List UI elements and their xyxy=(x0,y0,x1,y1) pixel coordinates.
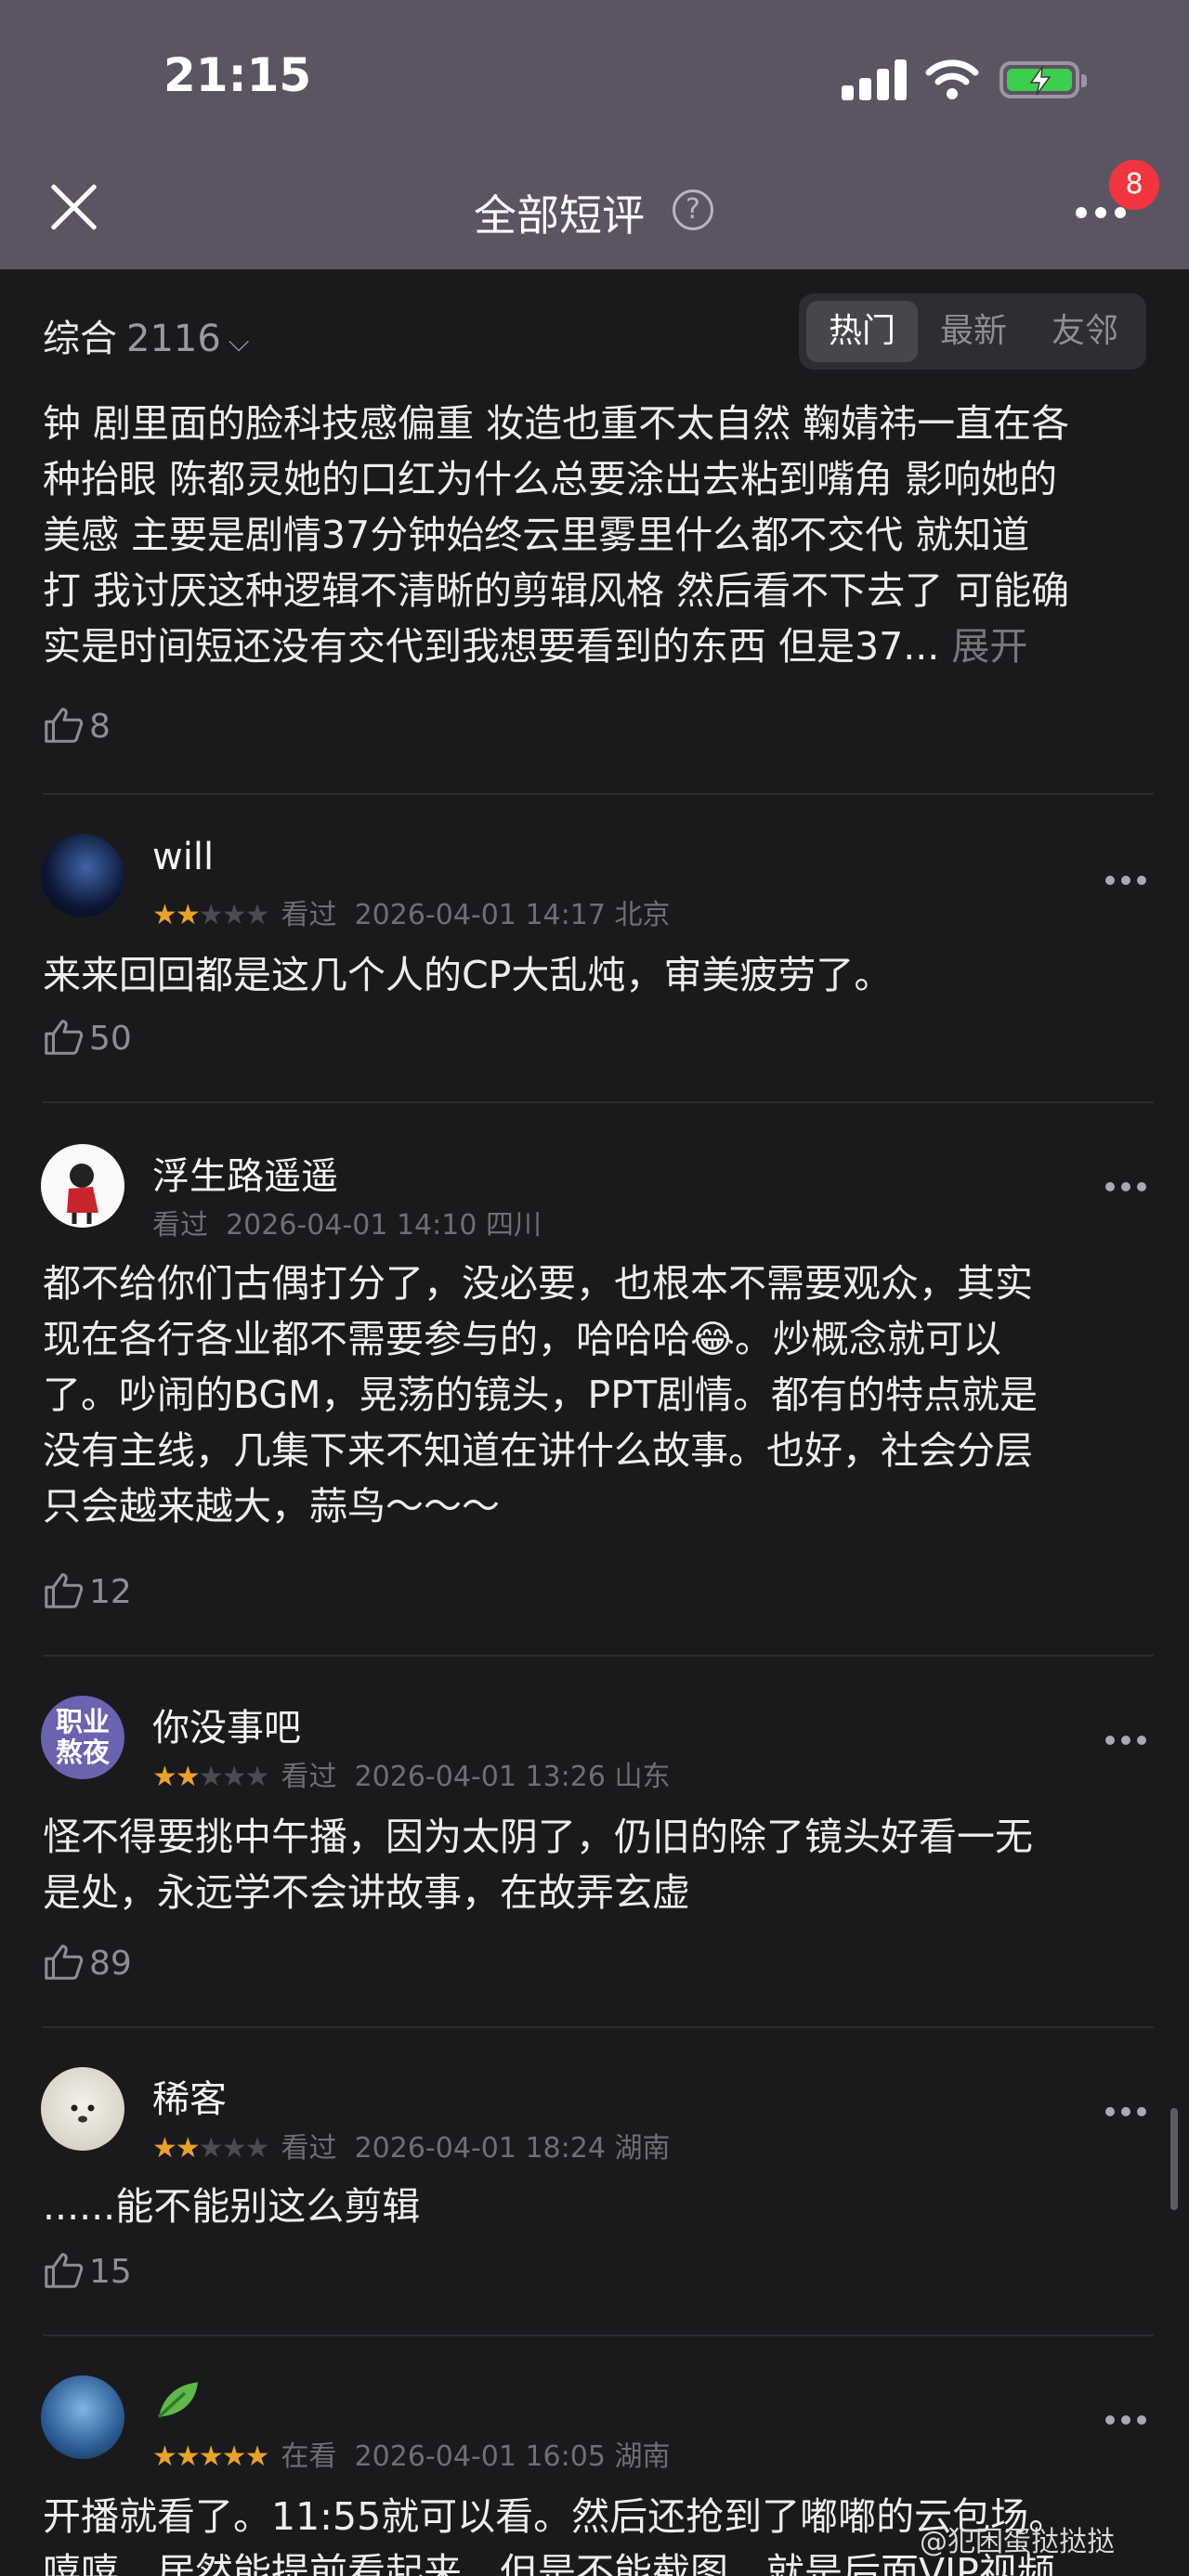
more-options-icon[interactable] xyxy=(1105,1731,1161,1745)
thumbs-up-icon xyxy=(45,1020,84,1055)
like-button[interactable]: 89 xyxy=(43,1941,132,1984)
rating-stars: ★★★★★ xyxy=(152,2132,269,2165)
avatar[interactable] xyxy=(41,2067,124,2151)
leaf-icon[interactable] xyxy=(152,2374,204,2435)
notification-badge: 8 xyxy=(1109,160,1159,210)
like-count: 12 xyxy=(89,1573,132,1611)
username[interactable]: 稀客 xyxy=(152,2069,227,2123)
like-count: 50 xyxy=(89,1020,132,1058)
divider xyxy=(43,2026,1154,2028)
chevron-down-icon: ⌵ xyxy=(228,326,250,358)
sort-label: 综合 xyxy=(43,318,117,360)
watermark: @犯困蛋挞挞挞 xyxy=(920,2526,1115,2558)
username[interactable]: 浮生路遥遥 xyxy=(152,1146,338,1200)
like-button[interactable]: 50 xyxy=(43,1016,132,1059)
rating-stars: ★★★★★ xyxy=(152,2440,269,2473)
close-icon[interactable] xyxy=(48,182,98,232)
review-meta: ★★★★★ 看过 2026-04-01 18:24 湖南 xyxy=(152,2132,671,2165)
tab-friends[interactable]: 友邻 xyxy=(1029,301,1141,362)
divider xyxy=(43,2335,1154,2336)
like-count: 15 xyxy=(89,2253,132,2291)
thumbs-up-icon xyxy=(45,1573,84,1608)
review-meta: ★★★★★ 在看 2026-04-01 16:05 湖南 xyxy=(152,2440,671,2473)
sort-dropdown[interactable]: 综合 2116 ⌵ xyxy=(43,308,250,362)
help-icon[interactable]: ? xyxy=(673,189,713,230)
wifi-icon xyxy=(925,59,979,99)
battery-charging-icon xyxy=(1000,61,1087,98)
review-count: 2116 xyxy=(126,318,221,360)
like-count: 8 xyxy=(89,708,111,746)
avatar[interactable] xyxy=(41,834,124,917)
tab-hot[interactable]: 热门 xyxy=(806,301,918,362)
tab-group: 热门 最新 友邻 xyxy=(799,293,1146,370)
avatar[interactable] xyxy=(41,1144,124,1228)
avatar[interactable]: 职业熬夜 xyxy=(41,1696,124,1779)
filter-bar: 综合 2116 ⌵ 热门 最新 友邻 xyxy=(0,269,1189,390)
divider xyxy=(43,1101,1154,1103)
username[interactable]: will xyxy=(152,836,214,878)
more-options-icon[interactable] xyxy=(1105,871,1161,885)
rating-stars: ★★★★★ xyxy=(152,1761,269,1793)
review-text: 来来回回都是这几个人的CP大乱炖，审美疲劳了。 xyxy=(43,953,893,997)
review-text: ......能不能别这么剪辑 xyxy=(43,2184,421,2229)
review-text: 怪不得要挑中午播，因为太阴了，仍旧的除了镜头好看一无 是处，永远学不会讲故事，在… xyxy=(43,1815,1033,1915)
scrollbar[interactable] xyxy=(1170,2108,1178,2210)
thumbs-up-icon xyxy=(45,2253,84,2288)
thumbs-up-icon xyxy=(45,1945,84,1980)
like-button[interactable]: 15 xyxy=(43,2249,132,2292)
top-bar: 21:15 全部短评 ? 8 xyxy=(0,0,1189,269)
cellular-signal-icon xyxy=(842,59,907,100)
review-text: 都不给你们古偶打分了，没必要，也根本不需要观众，其实 现在各行各业都不需要参与的… xyxy=(43,1261,1039,1529)
tab-latest[interactable]: 最新 xyxy=(918,301,1029,362)
more-options-icon[interactable] xyxy=(1105,2102,1161,2116)
review-meta: ★★★★★ 看过 2026-04-01 13:26 山东 xyxy=(152,1761,671,1793)
divider xyxy=(43,793,1154,795)
divider xyxy=(43,1655,1154,1657)
review-meta: 看过 2026-04-01 14:10 四川 xyxy=(152,1209,542,1242)
review-meta: ★★★★★ 看过 2026-04-01 14:17 北京 xyxy=(152,899,671,931)
thumbs-up-icon xyxy=(45,708,84,743)
avatar[interactable] xyxy=(41,2375,124,2459)
more-options-icon[interactable] xyxy=(1105,1177,1161,1191)
page-title: 全部短评 xyxy=(474,190,645,241)
like-button[interactable]: 8 xyxy=(43,704,111,747)
more-options-icon[interactable] xyxy=(1105,2411,1161,2425)
review-text: 钟 剧里面的脸科技感偏重 妆造也重不太自然 鞠婧祎一直在各 种抬眼 陈都灵她的口… xyxy=(43,401,1070,669)
username[interactable]: 你没事吧 xyxy=(152,1698,301,1751)
like-button[interactable]: 12 xyxy=(43,1569,132,1612)
rating-stars: ★★★★★ xyxy=(152,899,269,931)
status-time: 21:15 xyxy=(163,48,312,102)
expand-link[interactable]: 展开 xyxy=(951,624,1027,669)
like-count: 89 xyxy=(89,1945,132,1983)
